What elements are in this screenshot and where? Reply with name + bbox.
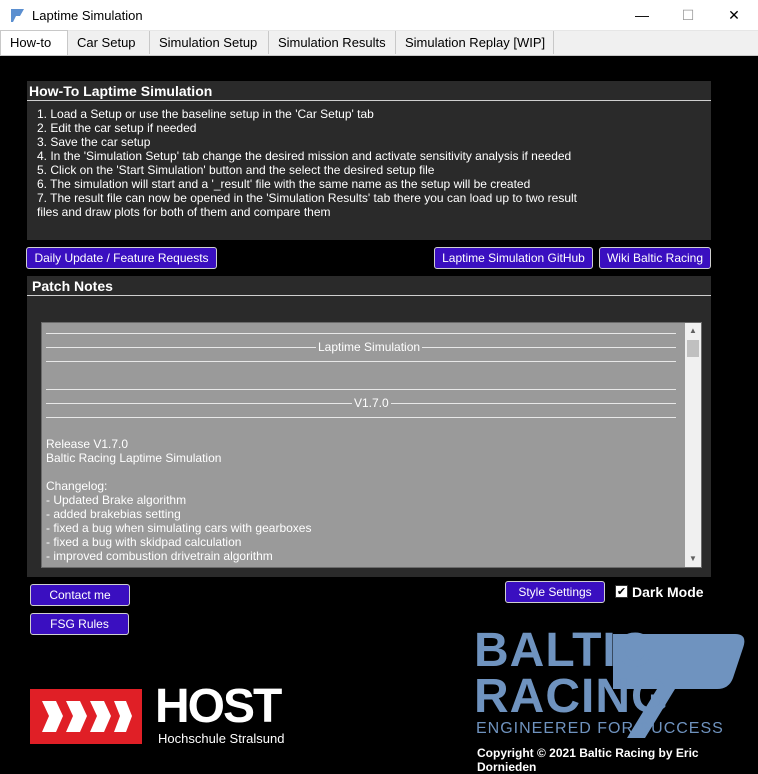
maximize-button[interactable]: ☐	[665, 0, 711, 30]
howto-line: 1. Load a Setup or use the baseline setu…	[37, 107, 374, 121]
patch-line: Release V1.7.0	[46, 437, 129, 451]
banner-title: Laptime Simulation	[316, 340, 423, 354]
separator-line	[46, 417, 676, 418]
host-logo-name: HOST	[155, 680, 282, 733]
patch-notes-textbox[interactable]: Laptime Simulation V1.7.0 Release V1.7.0…	[41, 322, 702, 568]
howto-line: 5. Click on the 'Start Simulation' butto…	[37, 163, 435, 177]
separator-line	[46, 389, 676, 390]
copyright-text: Copyright © 2021 Baltic Racing by Eric D…	[477, 746, 699, 774]
daily-update-button[interactable]: Daily Update / Feature Requests	[26, 247, 217, 269]
howto-line: 3. Save the car setup	[37, 135, 151, 149]
patch-notes-divider	[27, 295, 711, 296]
howto-divider	[27, 100, 711, 101]
baltic-logo-tagline: ENGINEERED FOR SUCCESS	[476, 720, 724, 737]
window-title: Laptime Simulation	[32, 8, 143, 23]
howto-line: 2. Edit the car setup if needed	[37, 121, 197, 135]
wiki-button[interactable]: Wiki Baltic Racing	[599, 247, 711, 269]
scroll-up-arrow-icon[interactable]: ▲	[685, 323, 701, 339]
banner-version: V1.7.0	[352, 396, 391, 410]
patch-line: - added brakebias setting	[46, 507, 181, 521]
patch-notes-scrollbar[interactable]: ▲ ▼	[685, 323, 701, 567]
contact-me-button[interactable]: Contact me	[30, 584, 130, 606]
scroll-down-arrow-icon[interactable]: ▼	[685, 551, 701, 567]
howto-line: files and draw plots for both of them an…	[37, 205, 331, 219]
tab-simulation-replay[interactable]: Simulation Replay [WIP]	[396, 31, 554, 54]
howto-line: 6. The simulation will start and a '_res…	[37, 177, 531, 191]
howto-heading: How-To Laptime Simulation	[29, 83, 213, 99]
patch-line: Changelog:	[46, 479, 108, 493]
howto-line: 4. In the 'Simulation Setup' tab change …	[37, 149, 572, 163]
tab-simulation-setup[interactable]: Simulation Setup	[150, 31, 269, 54]
tab-simulation-results[interactable]: Simulation Results	[269, 31, 396, 54]
baltic-logo-line2: RACING	[474, 670, 670, 723]
window-titlebar: Laptime Simulation — ☐ ✕	[0, 0, 758, 31]
style-settings-button[interactable]: Style Settings	[505, 581, 605, 603]
patch-line: - fixed a bug when simulating cars with …	[46, 521, 312, 535]
close-button[interactable]: ✕	[711, 0, 757, 30]
howto-frame: How-To Laptime Simulation 1. Load a Setu…	[27, 81, 711, 240]
patch-line: - Updated Brake algorithm	[46, 493, 187, 507]
separator-line	[46, 333, 676, 334]
tab-car-setup[interactable]: Car Setup	[68, 31, 150, 54]
github-button[interactable]: Laptime Simulation GitHub	[434, 247, 593, 269]
host-logo-subtitle: Hochschule Stralsund	[158, 731, 285, 746]
scrollbar-thumb[interactable]	[687, 340, 699, 357]
patch-notes-heading: Patch Notes	[32, 278, 113, 294]
patch-line: Baltic Racing Laptime Simulation	[46, 451, 222, 465]
dark-mode-label: Dark Mode	[632, 584, 704, 600]
tab-how-to[interactable]: How-to	[0, 30, 68, 55]
patch-line: - fixed a bug with skidpad calculation	[46, 535, 242, 549]
dark-mode-checkbox[interactable]: ✔	[615, 585, 628, 598]
patch-line: - improved combustion drivetrain algorit…	[46, 549, 273, 563]
minimize-button[interactable]: —	[619, 0, 665, 30]
host-logo-icon	[30, 689, 142, 744]
howto-line: 7. The result file can now be opened in …	[37, 191, 578, 205]
tab-bar: How-to Car Setup Simulation Setup Simula…	[0, 30, 758, 56]
separator-line	[46, 361, 676, 362]
app-icon	[11, 9, 24, 22]
fsg-rules-button[interactable]: FSG Rules	[30, 613, 129, 635]
